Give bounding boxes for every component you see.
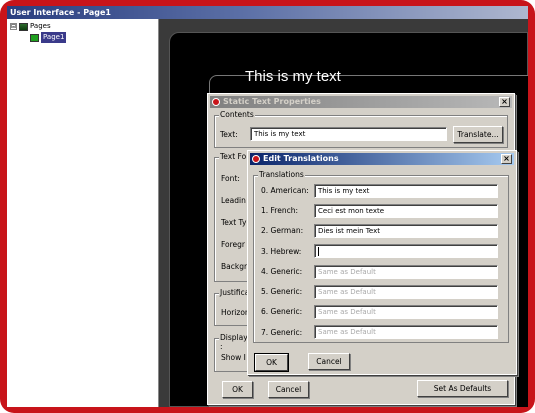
translation-label: 6. Generic: xyxy=(261,307,303,316)
translation-label: 0. American: xyxy=(261,186,309,195)
translation-field[interactable]: Ceci est mon texte xyxy=(314,204,498,218)
group-label: Contents xyxy=(219,110,255,119)
dialog-title-bar: Static Text Properties × xyxy=(210,96,512,108)
screenshot-frame: User Interface - Page1 ⊟ Pages Page1 Thi… xyxy=(0,0,535,413)
set-as-defaults-button[interactable]: Set As Defaults xyxy=(417,380,508,397)
translation-label: 5. Generic: xyxy=(261,287,303,296)
tree-item-label: Pages xyxy=(30,22,51,30)
translation-label: 4. Generic: xyxy=(261,267,303,276)
close-icon[interactable]: × xyxy=(501,154,512,164)
close-icon[interactable]: × xyxy=(499,97,510,107)
translation-label: 3. Hebrew: xyxy=(261,247,302,256)
cancel-button[interactable]: Cancel xyxy=(308,353,350,370)
group-label: Justifica xyxy=(219,288,251,297)
translation-label: 2. German: xyxy=(261,226,304,235)
leading-label: Leadin xyxy=(221,196,246,205)
translation-field[interactable]: Same as Default xyxy=(314,305,498,319)
cancel-button[interactable]: Cancel xyxy=(268,381,309,398)
pages-icon xyxy=(19,22,28,31)
translation-field[interactable]: This is my text xyxy=(314,184,498,198)
show-label: Show I xyxy=(221,353,246,362)
app-icon xyxy=(252,155,260,163)
dialog-title: Static Text Properties xyxy=(223,97,321,106)
dialog-title-bar: Edit Translations × xyxy=(250,153,514,165)
group-label: Translations xyxy=(258,170,305,179)
horizontal-label: Horizon xyxy=(221,308,250,317)
font-label: Font: xyxy=(221,174,240,183)
translation-field[interactable]: Same as Default xyxy=(314,265,498,279)
background-label: Backgr xyxy=(221,262,248,271)
window-title: User Interface - Page1 xyxy=(7,6,528,19)
dialog-title: Edit Translations xyxy=(263,154,339,163)
translation-label: 1. French: xyxy=(261,206,298,215)
translation-field[interactable]: Dies ist mein Text xyxy=(314,224,498,238)
text-label: Text: xyxy=(220,130,238,139)
ok-button[interactable]: OK xyxy=(254,353,289,372)
app-icon xyxy=(212,98,220,106)
translation-field-focused[interactable] xyxy=(314,244,498,258)
group-label: Text Fo xyxy=(219,152,248,161)
translation-label: 7. Generic: xyxy=(261,328,303,337)
translation-field[interactable]: Same as Default xyxy=(314,325,498,339)
tree-item-pages[interactable]: ⊟ Pages xyxy=(10,21,51,32)
translate-button[interactable]: Translate... xyxy=(453,126,503,143)
tree-item-page1[interactable]: Page1 xyxy=(30,32,67,43)
tree-item-label: Page1 xyxy=(41,32,67,43)
translation-field[interactable]: Same as Default xyxy=(314,285,498,299)
foreground-label: Foregr xyxy=(221,240,246,249)
collapse-icon[interactable]: ⊟ xyxy=(10,23,17,30)
canvas-static-text[interactable]: This is my text xyxy=(245,68,341,85)
text-type-label: Text Ty xyxy=(221,218,247,227)
page-icon xyxy=(30,33,39,42)
text-field[interactable]: This is my text xyxy=(250,127,447,141)
page-tree: ⊟ Pages Page1 xyxy=(7,19,159,407)
ok-button[interactable]: OK xyxy=(222,381,253,398)
edit-translations-dialog: Edit Translations × Translations 0. Amer… xyxy=(247,150,517,375)
